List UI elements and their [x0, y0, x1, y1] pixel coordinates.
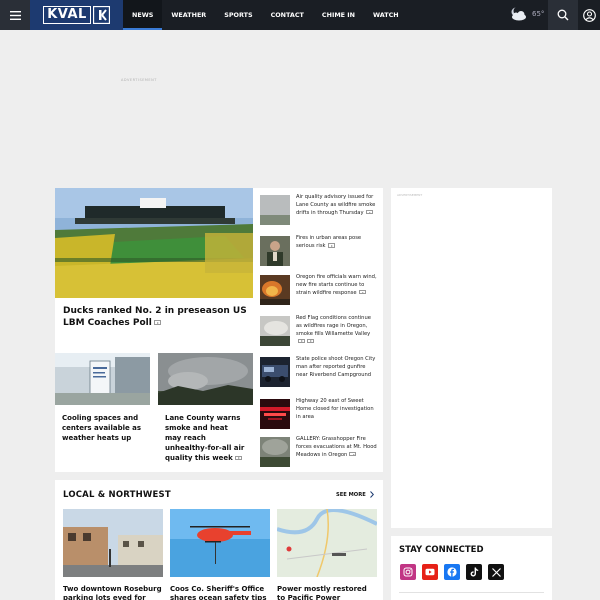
side-story-title-text: GALLERY: Grasshopper Fire forces evacuat… — [296, 436, 377, 458]
ad-label: ADVERTISEMENT — [397, 193, 423, 197]
story-thumbnail — [260, 437, 290, 467]
local-story-card[interactable]: Power mostly restored to Pacific Power c… — [277, 509, 377, 600]
search-button[interactable] — [548, 0, 578, 30]
section-title: STAY CONNECTED — [399, 545, 484, 555]
local-story-image — [63, 509, 163, 577]
nav-chime-in[interactable]: CHIME IN — [313, 0, 364, 30]
social-links — [400, 564, 504, 580]
story-thumbnail — [260, 316, 290, 346]
see-more-link[interactable]: SEE MORE — [336, 491, 374, 498]
chevron-right-icon — [369, 491, 374, 498]
weather-widget[interactable]: 65° — [508, 6, 544, 22]
side-story-title-text: Air quality advisory issued for Lane Cou… — [296, 194, 376, 216]
divider — [399, 592, 544, 593]
top-stories-card: Ducks ranked No. 2 in preseason US LBM C… — [55, 188, 383, 472]
list-item[interactable]: GALLERY: Grasshopper Fire forces evacuat… — [260, 436, 380, 474]
nav-sports[interactable]: SPORTS — [215, 0, 261, 30]
sub-story-title-text: Lane County warns smoke and heat may rea… — [165, 414, 245, 462]
youtube-icon — [425, 568, 435, 576]
side-story-title-text: Red Flag conditions continue as wildfire… — [296, 315, 371, 337]
list-item[interactable]: Red Flag conditions continue as wildfire… — [260, 315, 380, 353]
section-title: LOCAL & NORTHWEST — [63, 490, 171, 500]
sub-story-title: Lane County warns smoke and heat may rea… — [158, 413, 253, 463]
list-item[interactable]: Oregon fire officials warn wind, new fir… — [260, 274, 380, 312]
weather-temperature: 65° — [532, 10, 545, 18]
sub-story-title: Cooling spaces and centers available as … — [62, 414, 142, 442]
nav-weather[interactable]: WEATHER — [162, 0, 215, 30]
video-icon — [358, 289, 366, 295]
station-number-icon — [92, 6, 110, 24]
video-icon — [349, 451, 357, 457]
sub-story-image — [158, 353, 253, 405]
list-item[interactable]: Air quality advisory issued for Lane Cou… — [260, 194, 380, 232]
sub-story-card[interactable]: Cooling spaces and centers available as … — [55, 353, 150, 443]
facebook-link[interactable] — [444, 564, 460, 580]
local-story-title: Power mostly restored to Pacific Power c… — [277, 585, 367, 600]
local-story-image — [170, 509, 270, 577]
video-icon — [365, 209, 373, 215]
side-story-title: Oregon fire officials warn wind, new fir… — [296, 274, 378, 297]
sub-story-image — [55, 353, 150, 405]
nav-news[interactable]: NEWS — [123, 0, 163, 30]
video-icon — [234, 455, 242, 461]
sub-story-card[interactable]: Lane County warns smoke and heat may rea… — [158, 353, 253, 463]
story-thumbnail — [260, 399, 290, 429]
ad-label: ADVERTISEMENT — [121, 78, 157, 82]
local-story-image — [277, 509, 377, 577]
right-ad-slot: ADVERTISEMENT — [391, 188, 552, 528]
story-thumbnail — [260, 195, 290, 225]
top-story-image[interactable] — [55, 188, 253, 298]
list-item[interactable]: State police shoot Oregon City man after… — [260, 356, 380, 394]
top-story-title[interactable]: Ducks ranked No. 2 in preseason US LBM C… — [63, 305, 248, 329]
story-thumbnail — [260, 275, 290, 305]
video-icon — [327, 243, 335, 248]
story-thumbnail — [260, 236, 290, 266]
main-nav: NEWS WEATHER SPORTS CONTACT CHIME IN WAT… — [123, 0, 408, 30]
tiktok-icon — [470, 567, 478, 577]
local-story-card[interactable]: Coos Co. Sheriff's Office shares ocean s… — [170, 509, 270, 600]
instagram-link[interactable] — [400, 564, 416, 580]
user-icon — [582, 8, 596, 22]
side-story-title: Air quality advisory issued for Lane Cou… — [296, 194, 378, 217]
local-story-title: Two downtown Roseburg parking lots eyed … — [63, 585, 162, 600]
video-icon — [298, 338, 305, 344]
top-ad-slot: ADVERTISEMENT — [0, 30, 600, 187]
story-thumbnail — [260, 357, 290, 387]
site-logo-link[interactable]: KVAL — [30, 0, 123, 30]
instagram-icon — [403, 567, 413, 577]
menu-icon — [9, 10, 21, 20]
hamburger-menu-button[interactable] — [0, 0, 30, 30]
local-story-title: Coos Co. Sheriff's Office shares ocean s… — [170, 585, 267, 600]
stay-connected-section: STAY CONNECTED — [391, 536, 552, 600]
local-story-card[interactable]: Two downtown Roseburg parking lots eyed … — [63, 509, 163, 600]
partly-cloudy-night-icon — [511, 7, 526, 21]
tiktok-link[interactable] — [466, 564, 482, 580]
youtube-link[interactable] — [422, 564, 438, 580]
facebook-icon — [447, 567, 457, 577]
side-story-title: Fires in urban areas pose serious risk — [296, 235, 378, 251]
list-item[interactable]: Fires in urban areas pose serious risk — [260, 235, 380, 273]
video-icon — [307, 338, 314, 344]
side-story-title: State police shoot Oregon City man after… — [296, 356, 376, 378]
account-button[interactable] — [578, 0, 600, 30]
video-icon — [153, 320, 161, 325]
search-icon — [557, 9, 569, 21]
side-story-title: Red Flag conditions continue as wildfire… — [296, 315, 378, 346]
list-item[interactable]: Highway 20 east of Sweet Home closed for… — [260, 398, 380, 436]
local-northwest-section: LOCAL & NORTHWEST SEE MORE Two downtown … — [55, 480, 383, 600]
see-more-label: SEE MORE — [336, 491, 366, 498]
site-logo: KVAL — [43, 6, 91, 24]
side-story-title: Highway 20 east of Sweet Home closed for… — [296, 398, 374, 420]
stadium-photo — [55, 188, 253, 298]
x-icon — [491, 567, 501, 577]
side-story-title: GALLERY: Grasshopper Fire forces evacuat… — [296, 436, 378, 459]
nav-watch[interactable]: WATCH — [364, 0, 408, 30]
top-nav-bar: KVAL NEWS WEATHER SPORTS CONTACT CHIME I… — [0, 0, 600, 30]
x-link[interactable] — [488, 564, 504, 580]
nav-contact[interactable]: CONTACT — [262, 0, 313, 30]
